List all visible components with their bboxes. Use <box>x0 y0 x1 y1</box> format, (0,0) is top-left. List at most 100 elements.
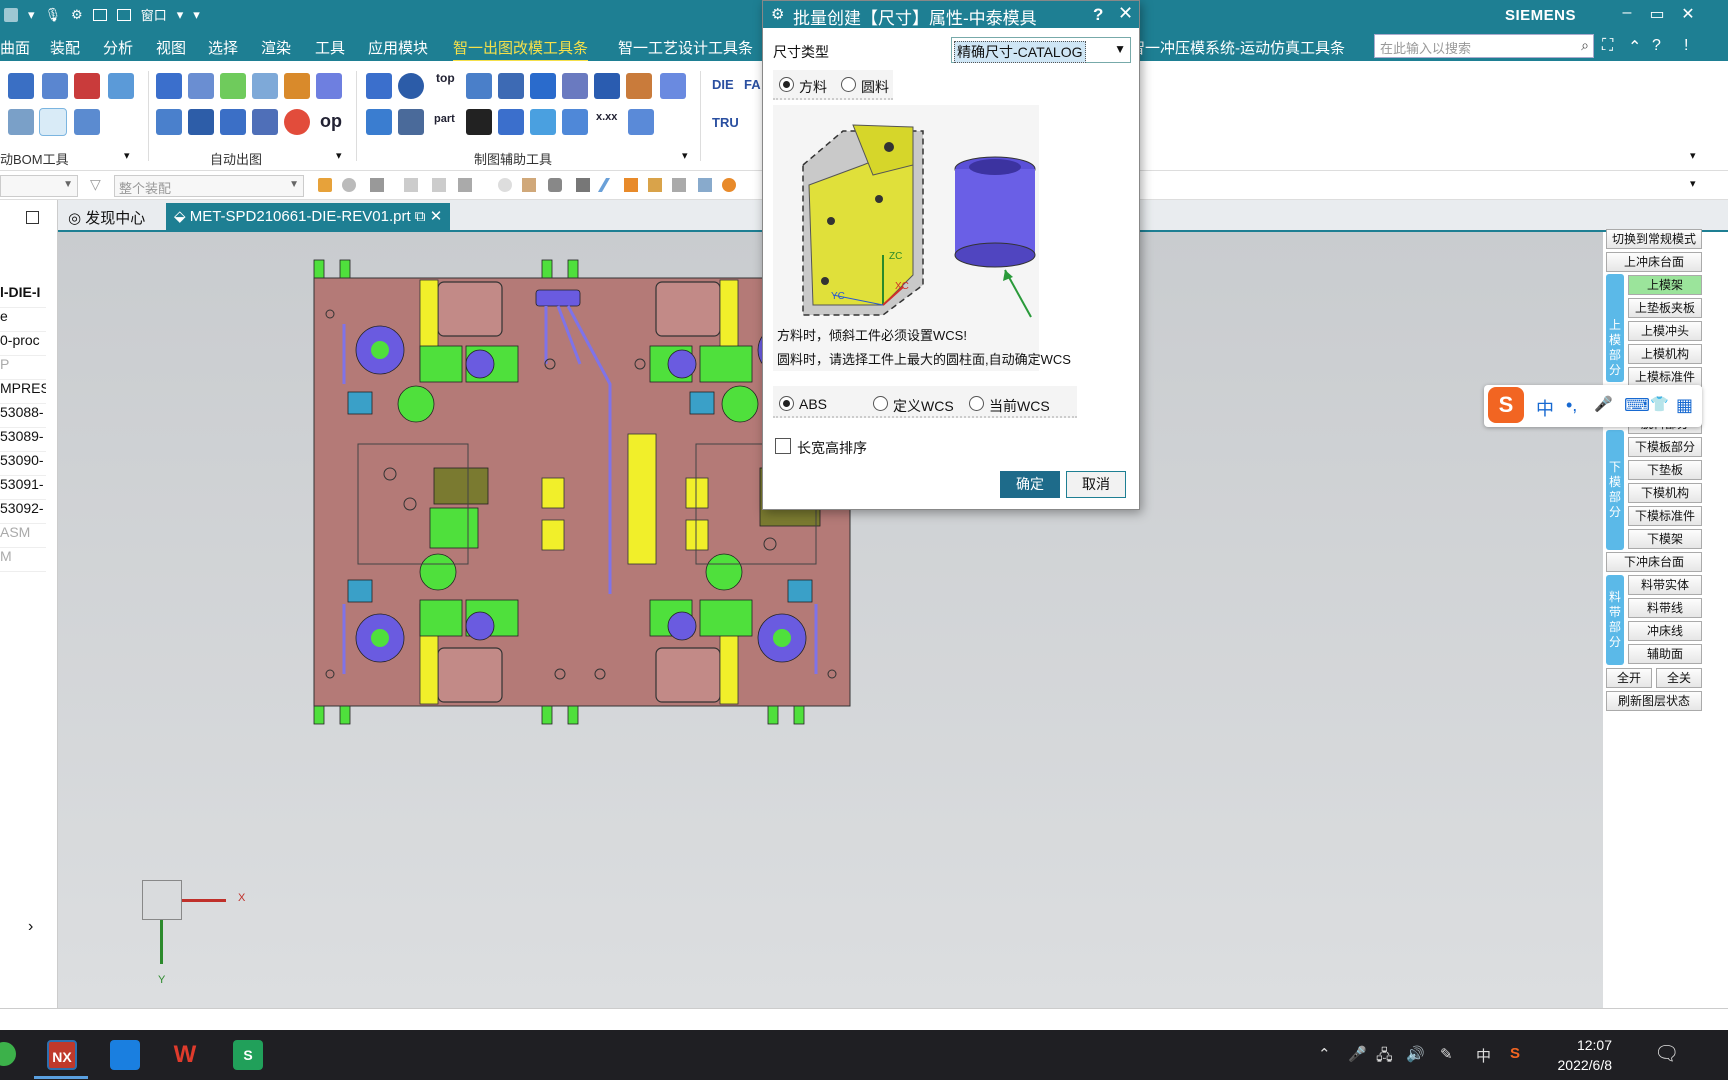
close-all-button[interactable]: 全关 <box>1656 668 1702 688</box>
nx-app-icon[interactable]: NX <box>47 1040 77 1070</box>
auto-assembly-icon[interactable] <box>252 109 278 135</box>
bom-table-icon[interactable] <box>8 73 34 99</box>
draft-move-icon[interactable] <box>398 109 424 135</box>
draft-box-icon[interactable] <box>530 109 556 135</box>
bom-sort-icon[interactable] <box>42 73 68 99</box>
tab-discovery-center[interactable]: ◎ 发现中心 <box>60 203 153 230</box>
ribbon-top-label[interactable]: top <box>436 71 455 85</box>
auto-search-icon[interactable] <box>284 109 310 135</box>
lower-mechanism-button[interactable]: 下模机构 <box>1628 483 1702 503</box>
draft-blue-icon[interactable] <box>530 73 556 99</box>
window-menu-chevron-icon[interactable]: ▾ <box>177 7 184 23</box>
menu-surface[interactable]: 曲面 <box>0 37 30 58</box>
radio-current-wcs[interactable] <box>969 396 984 411</box>
radio-define-wcs[interactable] <box>873 396 888 411</box>
aux-surface-button[interactable]: 辅助面 <box>1628 644 1702 664</box>
auto-view-icon[interactable] <box>156 73 182 99</box>
menu-view[interactable]: 视图 <box>156 37 186 58</box>
help-icon[interactable]: ? <box>1652 37 1661 55</box>
tray-pen-icon[interactable]: ✎ <box>1440 1045 1453 1063</box>
selbar-more-icon[interactable]: ▾ <box>1690 177 1696 190</box>
draft-table-icon[interactable] <box>366 109 392 135</box>
navigator-row[interactable]: 53090- <box>0 452 46 476</box>
taskbar-clock[interactable]: 12:07 2022/6/8 <box>1558 1035 1613 1075</box>
menu-render[interactable]: 渲染 <box>261 37 291 58</box>
ribbon-tru-label[interactable]: TRU <box>712 115 739 130</box>
ribbon-more-icon[interactable]: ▾ <box>1690 149 1696 162</box>
lower-standard-parts-button[interactable]: 下模标准件 <box>1628 506 1702 526</box>
radio-round-stock[interactable] <box>841 77 856 92</box>
search-icon[interactable]: ⌕ <box>1581 37 1589 54</box>
ime-voice-icon[interactable]: 🎤 <box>1594 395 1613 413</box>
notification-icon[interactable]: 🗨 <box>1654 1041 1679 1066</box>
lower-backing-button[interactable]: 下垫板 <box>1628 460 1702 480</box>
draft-stack-icon[interactable] <box>466 73 492 99</box>
snap-icon[interactable] <box>318 178 332 192</box>
menu-assembly[interactable]: 装配 <box>50 37 80 58</box>
ime-skin-icon[interactable]: 👕 <box>1650 395 1669 413</box>
draft-find-icon[interactable] <box>594 73 620 99</box>
auto-parts-icon[interactable] <box>284 73 310 99</box>
draft-shapes-icon[interactable] <box>628 109 654 135</box>
bom-refresh-icon[interactable] <box>108 73 134 99</box>
menu-drawing-toolbar[interactable]: 智一出图改模工具条 <box>453 37 589 62</box>
draft-dim-icon[interactable] <box>498 73 524 99</box>
navigator-row[interactable]: P <box>0 356 46 380</box>
snap-body-icon[interactable] <box>370 178 384 192</box>
navigator-hscroll-right-icon[interactable]: › <box>28 918 33 936</box>
snap-point-icon[interactable] <box>432 178 446 192</box>
wps-app-icon[interactable]: W <box>170 1040 200 1070</box>
snap-cylinder-icon[interactable] <box>548 178 562 192</box>
refresh-layers-button[interactable]: 刷新图层状态 <box>1606 691 1702 711</box>
navigator-toggle-icon[interactable] <box>26 211 39 224</box>
auto-detail-icon[interactable] <box>156 109 182 135</box>
dialog-title-bar[interactable]: ⚙ 批量创建【尺寸】属性-中泰模具 ? ✕ <box>763 1 1139 28</box>
group-auto-expand-icon[interactable]: ▾ <box>336 149 342 162</box>
snap-sheet-icon[interactable] <box>648 178 662 192</box>
tab-part-file[interactable]: ⬙ MET-SPD210661-DIE-REV01.prt ⧉ ✕ <box>166 203 451 230</box>
size-type-select[interactable]: 精确尺寸-CATALOG ▼ <box>951 37 1131 63</box>
ime-keyboard-icon[interactable]: ⌨ <box>1624 395 1650 416</box>
alert-icon[interactable]: ! <box>1684 37 1688 55</box>
draft-eraser-icon[interactable] <box>660 73 686 99</box>
ribbon-xxx-label[interactable]: x.xx <box>596 111 617 123</box>
auto-frame-icon[interactable] <box>252 73 278 99</box>
switch-mode-button[interactable]: 切换到常规模式 <box>1606 229 1702 249</box>
navigator-row[interactable]: M <box>0 548 46 572</box>
bom-select-icon[interactable] <box>39 108 67 136</box>
save-icon[interactable] <box>4 7 18 22</box>
fullscreen-icon[interactable]: ⛶ <box>1602 37 1613 55</box>
sort-checkbox[interactable] <box>775 438 791 454</box>
upper-press-table-button[interactable]: 上冲床台面 <box>1606 252 1702 272</box>
strip-solid-button[interactable]: 料带实体 <box>1628 575 1702 595</box>
ribbon-die-label[interactable]: DIE <box>712 77 734 92</box>
lower-press-table-button[interactable]: 下冲床台面 <box>1606 552 1702 572</box>
group-draft-expand-icon[interactable]: ▾ <box>682 149 688 162</box>
menu-process-toolbar[interactable]: 智一工艺设计工具条 <box>618 37 753 58</box>
upper-die-set-button[interactable]: 上模架 <box>1628 275 1702 295</box>
dropdown-chevron-icon[interactable]: ▾ <box>28 7 35 23</box>
navigator-row[interactable]: e <box>0 308 46 332</box>
snap-solid-icon[interactable] <box>624 178 638 192</box>
snap-hide-icon[interactable] <box>698 178 712 192</box>
draft-text-icon[interactable] <box>562 73 588 99</box>
group-bom-expand-icon[interactable]: ▾ <box>124 149 130 162</box>
draft-names-icon[interactable] <box>626 73 652 99</box>
ok-button[interactable]: 确定 <box>1000 471 1060 498</box>
navigator-row[interactable]: ASM <box>0 524 46 548</box>
upper-backing-plate-button[interactable]: 上垫板夹板 <box>1628 298 1702 318</box>
window-menu[interactable]: 窗口 <box>141 5 167 24</box>
ime-punct-icon[interactable]: •, <box>1566 395 1577 416</box>
upper-mechanism-button[interactable]: 上模机构 <box>1628 344 1702 364</box>
tab-close-icon[interactable]: ✕ <box>430 208 443 225</box>
lanhu-app-icon[interactable] <box>110 1040 140 1070</box>
tray-expand-icon[interactable]: ⌃ <box>1318 1045 1331 1063</box>
snap-cube-icon[interactable] <box>522 178 536 192</box>
menu-app-modules[interactable]: 应用模块 <box>368 37 428 58</box>
bom-link-icon[interactable] <box>74 109 100 135</box>
tray-sogou-icon[interactable]: S <box>1510 1045 1520 1062</box>
dialog-close-button[interactable]: ✕ <box>1118 3 1133 24</box>
upper-punch-button[interactable]: 上模冲头 <box>1628 321 1702 341</box>
start-icon[interactable] <box>0 1042 16 1066</box>
scope-filter-combo[interactable]: 整个装配 ▼ <box>114 175 304 197</box>
